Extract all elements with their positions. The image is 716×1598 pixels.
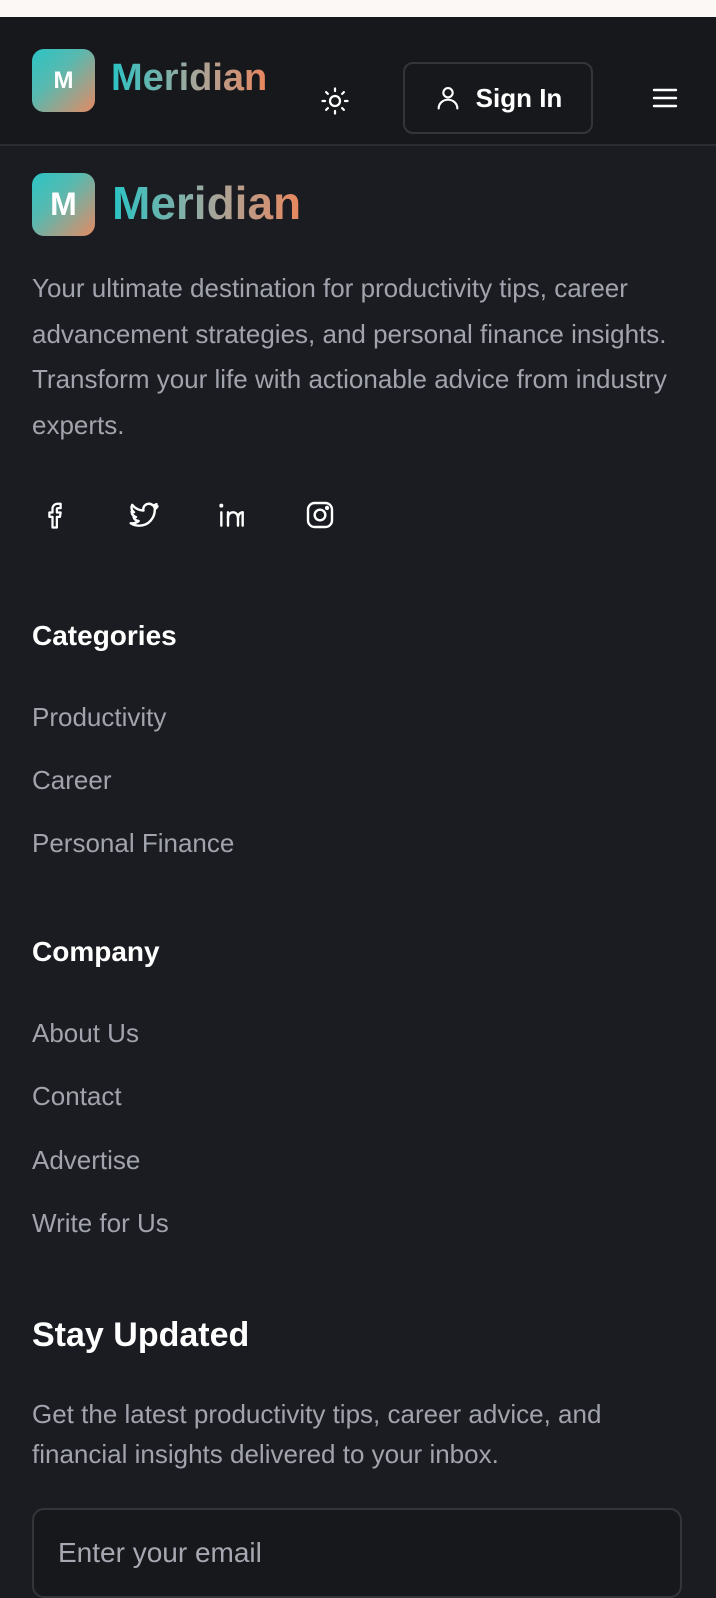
categories-heading: Categories <box>32 620 177 651</box>
user-icon <box>437 87 459 110</box>
footer-brand-name[interactable]: Meridian <box>112 176 301 230</box>
company-heading: Company <box>32 936 160 967</box>
newsletter-description: Get the latest productivity tips, career… <box>32 1399 602 1469</box>
theme-toggle-button[interactable] <box>313 79 357 123</box>
social-links <box>36 492 388 538</box>
newsletter-heading: Stay Updated <box>32 1316 250 1354</box>
category-link-career[interactable]: Career <box>32 765 111 796</box>
company-link-about-us[interactable]: About Us <box>32 1018 139 1049</box>
linkedin-icon <box>219 503 244 527</box>
menu-icon <box>652 88 678 108</box>
linkedin-link[interactable] <box>212 492 300 538</box>
twitter-link[interactable] <box>124 492 212 538</box>
footer-logo-badge[interactable]: M <box>32 173 95 236</box>
footer-description: Your ultimate destination for productivi… <box>32 273 667 440</box>
browser-top-strip <box>0 0 716 17</box>
company-link-contact[interactable]: Contact <box>32 1081 122 1112</box>
company-link-write-for-us[interactable]: Write for Us <box>32 1208 169 1239</box>
site-header: M Meridian Sign In <box>0 17 716 146</box>
footer-logo-letter: M <box>50 186 77 222</box>
sun-icon <box>321 87 349 115</box>
header-logo-letter: M <box>53 66 74 94</box>
header-brand-name[interactable]: Meridian <box>111 57 267 100</box>
sign-in-label: Sign In <box>475 82 563 113</box>
facebook-icon <box>48 502 62 529</box>
category-link-productivity[interactable]: Productivity <box>32 702 166 733</box>
sign-in-button[interactable]: Sign In <box>403 62 593 134</box>
header-logo-badge[interactable]: M <box>32 49 95 112</box>
company-link-advertise[interactable]: Advertise <box>32 1145 140 1176</box>
twitter-icon <box>129 502 159 527</box>
category-link-personal-finance[interactable]: Personal Finance <box>32 828 234 859</box>
instagram-icon <box>306 501 334 529</box>
instagram-link[interactable] <box>300 492 388 538</box>
menu-button[interactable] <box>640 79 690 117</box>
facebook-link[interactable] <box>36 492 124 538</box>
